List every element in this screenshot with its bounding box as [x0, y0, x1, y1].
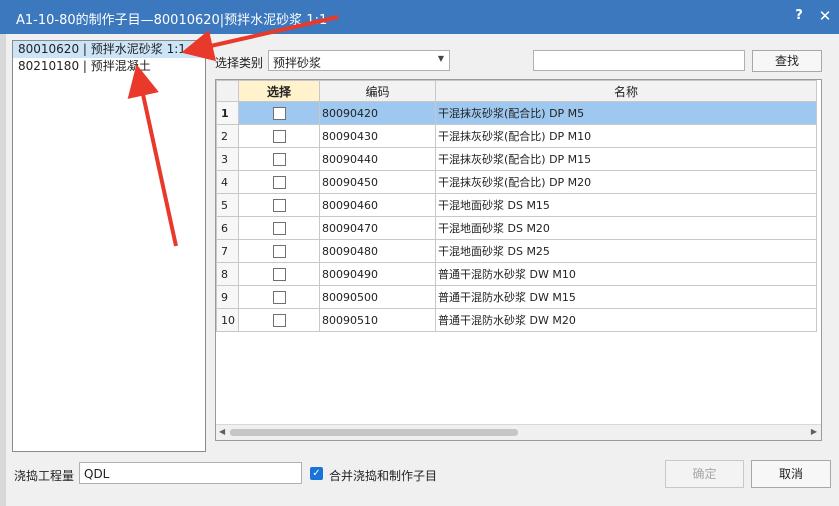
- column-header-code[interactable]: 编码: [319, 80, 436, 102]
- tree-item-mortar[interactable]: 80010620 | 预拌水泥砂浆 1:1: [13, 41, 205, 58]
- pour-quantity-input[interactable]: QDL: [79, 462, 302, 484]
- row-name: 干混地面砂浆 DS M25: [435, 239, 817, 263]
- row-checkbox[interactable]: [272, 129, 286, 143]
- column-header-select[interactable]: 选择: [238, 80, 320, 102]
- category-select[interactable]: 预拌砂浆 ▼: [268, 50, 450, 71]
- row-checkbox[interactable]: [272, 244, 286, 258]
- material-table: 选择 编码 名称 1 80090420 干混抹灰砂浆(配合比) DP M5 2 8009…: [216, 80, 817, 332]
- ok-button[interactable]: 确定: [665, 460, 744, 488]
- row-code: 80090490: [319, 262, 436, 286]
- row-code: 80090470: [319, 216, 436, 240]
- close-icon[interactable]: ✕: [818, 7, 832, 25]
- row-name: 普通干混防水砂浆 DW M15: [435, 285, 817, 309]
- chevron-down-icon: ▼: [437, 54, 444, 63]
- row-checkbox[interactable]: [272, 313, 286, 327]
- sub-item-tree[interactable]: 80010620 | 预拌水泥砂浆 1:1 80210180 | 预拌混凝土: [12, 40, 206, 452]
- row-name: 干混抹灰砂浆(配合比) DP M10: [435, 124, 817, 148]
- row-number: 2: [216, 124, 239, 148]
- table-row[interactable]: 7 80090480 干混地面砂浆 DS M25: [216, 239, 817, 263]
- scroll-left-icon[interactable]: ◀: [219, 427, 225, 436]
- scrollbar-thumb[interactable]: [230, 429, 518, 436]
- row-checkbox-cell[interactable]: [238, 216, 320, 240]
- table-row[interactable]: 3 80090440 干混抹灰砂浆(配合比) DP M15: [216, 147, 817, 171]
- pour-quantity-label: 浇捣工程量: [14, 469, 75, 483]
- row-name: 普通干混防水砂浆 DW M20: [435, 308, 817, 332]
- row-code: 80090430: [319, 124, 436, 148]
- row-code: 80090500: [319, 285, 436, 309]
- table-row[interactable]: 2 80090430 干混抹灰砂浆(配合比) DP M10: [216, 124, 817, 148]
- tree-item-concrete[interactable]: 80210180 | 预拌混凝土: [13, 58, 205, 75]
- row-checkbox-cell[interactable]: [238, 308, 320, 332]
- search-button[interactable]: 查找: [752, 50, 822, 72]
- table-row[interactable]: 9 80090500 普通干混防水砂浆 DW M15: [216, 285, 817, 309]
- row-checkbox-cell[interactable]: [238, 285, 320, 309]
- horizontal-scrollbar[interactable]: ◀ ▶: [216, 424, 821, 440]
- table-row[interactable]: 10 80090510 普通干混防水砂浆 DW M20: [216, 308, 817, 332]
- row-code: 80090460: [319, 193, 436, 217]
- row-checkbox-cell[interactable]: [238, 193, 320, 217]
- table-row[interactable]: 5 80090460 干混地面砂浆 DS M15: [216, 193, 817, 217]
- row-checkbox-cell[interactable]: [238, 101, 320, 125]
- row-checkbox-cell[interactable]: [238, 124, 320, 148]
- dialog-titlebar: A1-10-80的制作子目—80010620|预拌水泥砂浆 1:1 ? ✕: [0, 0, 839, 34]
- pour-quantity-value: QDL: [84, 467, 110, 481]
- row-name: 干混地面砂浆 DS M20: [435, 216, 817, 240]
- row-checkbox-cell[interactable]: [238, 147, 320, 171]
- row-checkbox-cell[interactable]: [238, 262, 320, 286]
- row-name: 普通干混防水砂浆 DW M10: [435, 262, 817, 286]
- row-code: 80090420: [319, 101, 436, 125]
- row-checkbox[interactable]: [272, 221, 286, 235]
- category-label: 选择类别: [215, 56, 264, 70]
- row-number: 7: [216, 239, 239, 263]
- row-code: 80090440: [319, 147, 436, 171]
- row-number: 3: [216, 147, 239, 171]
- row-checkbox[interactable]: [272, 267, 286, 281]
- row-checkbox-cell[interactable]: [238, 239, 320, 263]
- row-number: 5: [216, 193, 239, 217]
- row-number-header: [216, 80, 239, 102]
- row-number: 10: [216, 308, 239, 332]
- help-icon[interactable]: ?: [792, 8, 806, 24]
- table-row[interactable]: 1 80090420 干混抹灰砂浆(配合比) DP M5: [216, 101, 817, 125]
- table-row[interactable]: 4 80090450 干混抹灰砂浆(配合比) DP M20: [216, 170, 817, 194]
- table-row[interactable]: 6 80090470 干混地面砂浆 DS M20: [216, 216, 817, 240]
- row-number: 4: [216, 170, 239, 194]
- row-number: 9: [216, 285, 239, 309]
- row-checkbox[interactable]: [272, 198, 286, 212]
- row-checkbox-cell[interactable]: [238, 170, 320, 194]
- row-code: 80090480: [319, 239, 436, 263]
- merge-checkbox[interactable]: ✓: [310, 467, 323, 480]
- dialog-title: A1-10-80的制作子目—80010620|预拌水泥砂浆 1:1: [16, 13, 328, 28]
- row-code: 80090510: [319, 308, 436, 332]
- column-header-name[interactable]: 名称: [435, 80, 817, 102]
- row-name: 干混地面砂浆 DS M15: [435, 193, 817, 217]
- cancel-button[interactable]: 取消: [751, 460, 831, 488]
- search-input[interactable]: [533, 50, 745, 71]
- row-name: 干混抹灰砂浆(配合比) DP M5: [435, 101, 817, 125]
- merge-label: 合并浇捣和制作子目: [329, 469, 438, 483]
- material-grid: 选择 编码 名称 1 80090420 干混抹灰砂浆(配合比) DP M5 2 8009…: [215, 79, 822, 441]
- row-number: 6: [216, 216, 239, 240]
- row-checkbox[interactable]: [272, 175, 286, 189]
- category-value: 预拌砂浆: [273, 56, 322, 70]
- row-number: 8: [216, 262, 239, 286]
- row-checkbox[interactable]: [272, 152, 286, 166]
- row-code: 80090450: [319, 170, 436, 194]
- row-name: 干混抹灰砂浆(配合比) DP M15: [435, 147, 817, 171]
- table-row[interactable]: 8 80090490 普通干混防水砂浆 DW M10: [216, 262, 817, 286]
- scroll-right-icon[interactable]: ▶: [811, 427, 817, 436]
- row-number: 1: [216, 101, 239, 125]
- row-name: 干混抹灰砂浆(配合比) DP M20: [435, 170, 817, 194]
- row-checkbox[interactable]: [272, 290, 286, 304]
- row-checkbox[interactable]: [272, 106, 286, 120]
